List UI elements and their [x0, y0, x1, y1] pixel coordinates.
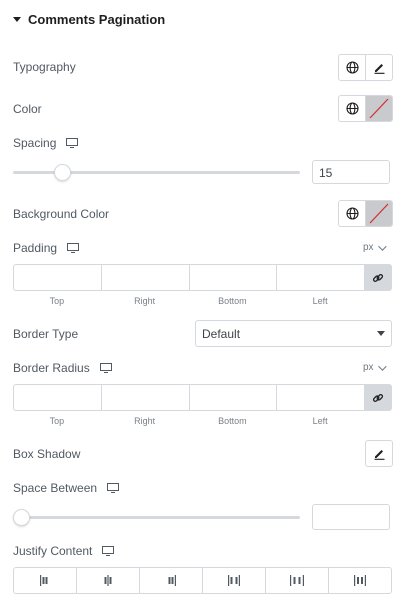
- border-type-select[interactable]: Default: [195, 320, 392, 347]
- border-radius-inputs: [13, 384, 392, 411]
- caret-down-icon: [377, 331, 385, 336]
- color-globals-button[interactable]: [339, 96, 365, 121]
- border-radius-label-row: Border Radius: [13, 361, 112, 375]
- desktop-icon[interactable]: [99, 363, 112, 373]
- justify-start-button[interactable]: [14, 568, 76, 593]
- section-title: Comments Pagination: [28, 12, 166, 27]
- spacing-slider-handle[interactable]: [53, 164, 71, 181]
- desktop-icon[interactable]: [66, 138, 79, 148]
- background-color-swatch-button[interactable]: [365, 201, 392, 226]
- space-between-slider-track[interactable]: [13, 516, 300, 519]
- border-radius-right-input[interactable]: [100, 384, 189, 411]
- justify-space-around-button[interactable]: [265, 568, 328, 593]
- no-color-slash-icon: [369, 98, 389, 119]
- justify-space-around-icon: [290, 575, 304, 586]
- space-between-input[interactable]: [312, 504, 390, 530]
- justify-space-evenly-button[interactable]: [328, 568, 391, 593]
- space-between-label-row: Space Between: [13, 481, 120, 495]
- padding-left-input[interactable]: [276, 264, 364, 291]
- globe-icon: [345, 61, 359, 74]
- section-header[interactable]: Comments Pagination: [13, 12, 165, 27]
- background-color-controls: [338, 200, 393, 227]
- padding-left-label: Left: [312, 296, 328, 306]
- padding-side-labels: Top Right Bottom Left: [13, 296, 364, 306]
- padding-top-input[interactable]: [13, 264, 101, 291]
- padding-label-row: Padding: [13, 241, 80, 255]
- padding-label: Padding: [13, 241, 58, 255]
- justify-center-icon: [104, 575, 112, 586]
- padding-unit-select[interactable]: px: [363, 241, 387, 253]
- padding-bottom-label: Bottom: [218, 296, 247, 306]
- space-between-slider-handle[interactable]: [13, 509, 30, 526]
- globe-icon: [345, 207, 359, 220]
- typography-globals-button[interactable]: [339, 55, 365, 80]
- spacing-input[interactable]: 15: [312, 160, 390, 184]
- chevron-down-icon: [377, 241, 387, 251]
- typography-controls: [338, 54, 393, 81]
- pencil-icon: [374, 64, 384, 74]
- caret-down-icon: [13, 17, 21, 22]
- typography-label: Typography: [13, 60, 76, 74]
- border-radius-link-button[interactable]: [364, 384, 392, 411]
- no-color-slash-icon: [369, 203, 389, 224]
- padding-inputs: [13, 264, 392, 291]
- padding-right-label: Right: [134, 296, 156, 306]
- justify-space-evenly-icon: [354, 575, 366, 586]
- border-radius-left-input[interactable]: [276, 384, 364, 411]
- background-color-globals-button[interactable]: [339, 201, 365, 226]
- justify-end-button[interactable]: [139, 568, 202, 593]
- desktop-icon[interactable]: [107, 483, 120, 493]
- desktop-icon[interactable]: [102, 546, 115, 556]
- justify-content-label: Justify Content: [13, 544, 93, 558]
- space-between-label: Space Between: [13, 481, 98, 495]
- spacing-label: Spacing: [13, 136, 57, 150]
- border-radius-bottom-label: Bottom: [218, 416, 247, 426]
- link-icon: [372, 273, 384, 282]
- color-controls: [338, 95, 393, 122]
- border-radius-top-label: Top: [49, 416, 65, 426]
- border-type-value: Default: [202, 326, 241, 341]
- box-shadow-edit-button[interactable]: [365, 440, 393, 467]
- padding-right-input[interactable]: [100, 264, 189, 291]
- border-radius-unit: px: [363, 362, 374, 373]
- justify-start-icon: [40, 575, 48, 586]
- spacing-label-row: Spacing: [13, 136, 79, 150]
- justify-space-between-button[interactable]: [202, 568, 265, 593]
- padding-bottom-input[interactable]: [188, 264, 277, 291]
- typography-edit-button[interactable]: [365, 55, 392, 80]
- chevron-down-icon: [377, 361, 387, 371]
- justify-content-choices: [13, 567, 392, 594]
- border-radius-right-label: Right: [134, 416, 156, 426]
- border-radius-bottom-input[interactable]: [188, 384, 277, 411]
- border-radius-label: Border Radius: [13, 361, 90, 375]
- padding-link-button[interactable]: [364, 264, 392, 291]
- justify-end-icon: [168, 575, 176, 586]
- globe-icon: [345, 102, 359, 115]
- color-swatch-button[interactable]: [365, 96, 392, 121]
- border-radius-side-labels: Top Right Bottom Left: [13, 416, 364, 426]
- pencil-icon: [374, 450, 384, 460]
- box-shadow-label: Box Shadow: [13, 447, 81, 461]
- border-type-label: Border Type: [13, 327, 79, 341]
- border-radius-top-input[interactable]: [13, 384, 101, 411]
- link-icon: [372, 393, 384, 402]
- justify-content-label-row: Justify Content: [13, 544, 115, 558]
- background-color-label: Background Color: [13, 207, 110, 221]
- justify-center-button[interactable]: [76, 568, 139, 593]
- desktop-icon[interactable]: [67, 243, 80, 253]
- justify-space-between-icon: [228, 575, 240, 586]
- padding-top-label: Top: [49, 296, 65, 306]
- color-label: Color: [13, 102, 42, 116]
- padding-unit: px: [363, 242, 374, 253]
- border-radius-unit-select[interactable]: px: [363, 361, 387, 373]
- border-radius-left-label: Left: [312, 416, 328, 426]
